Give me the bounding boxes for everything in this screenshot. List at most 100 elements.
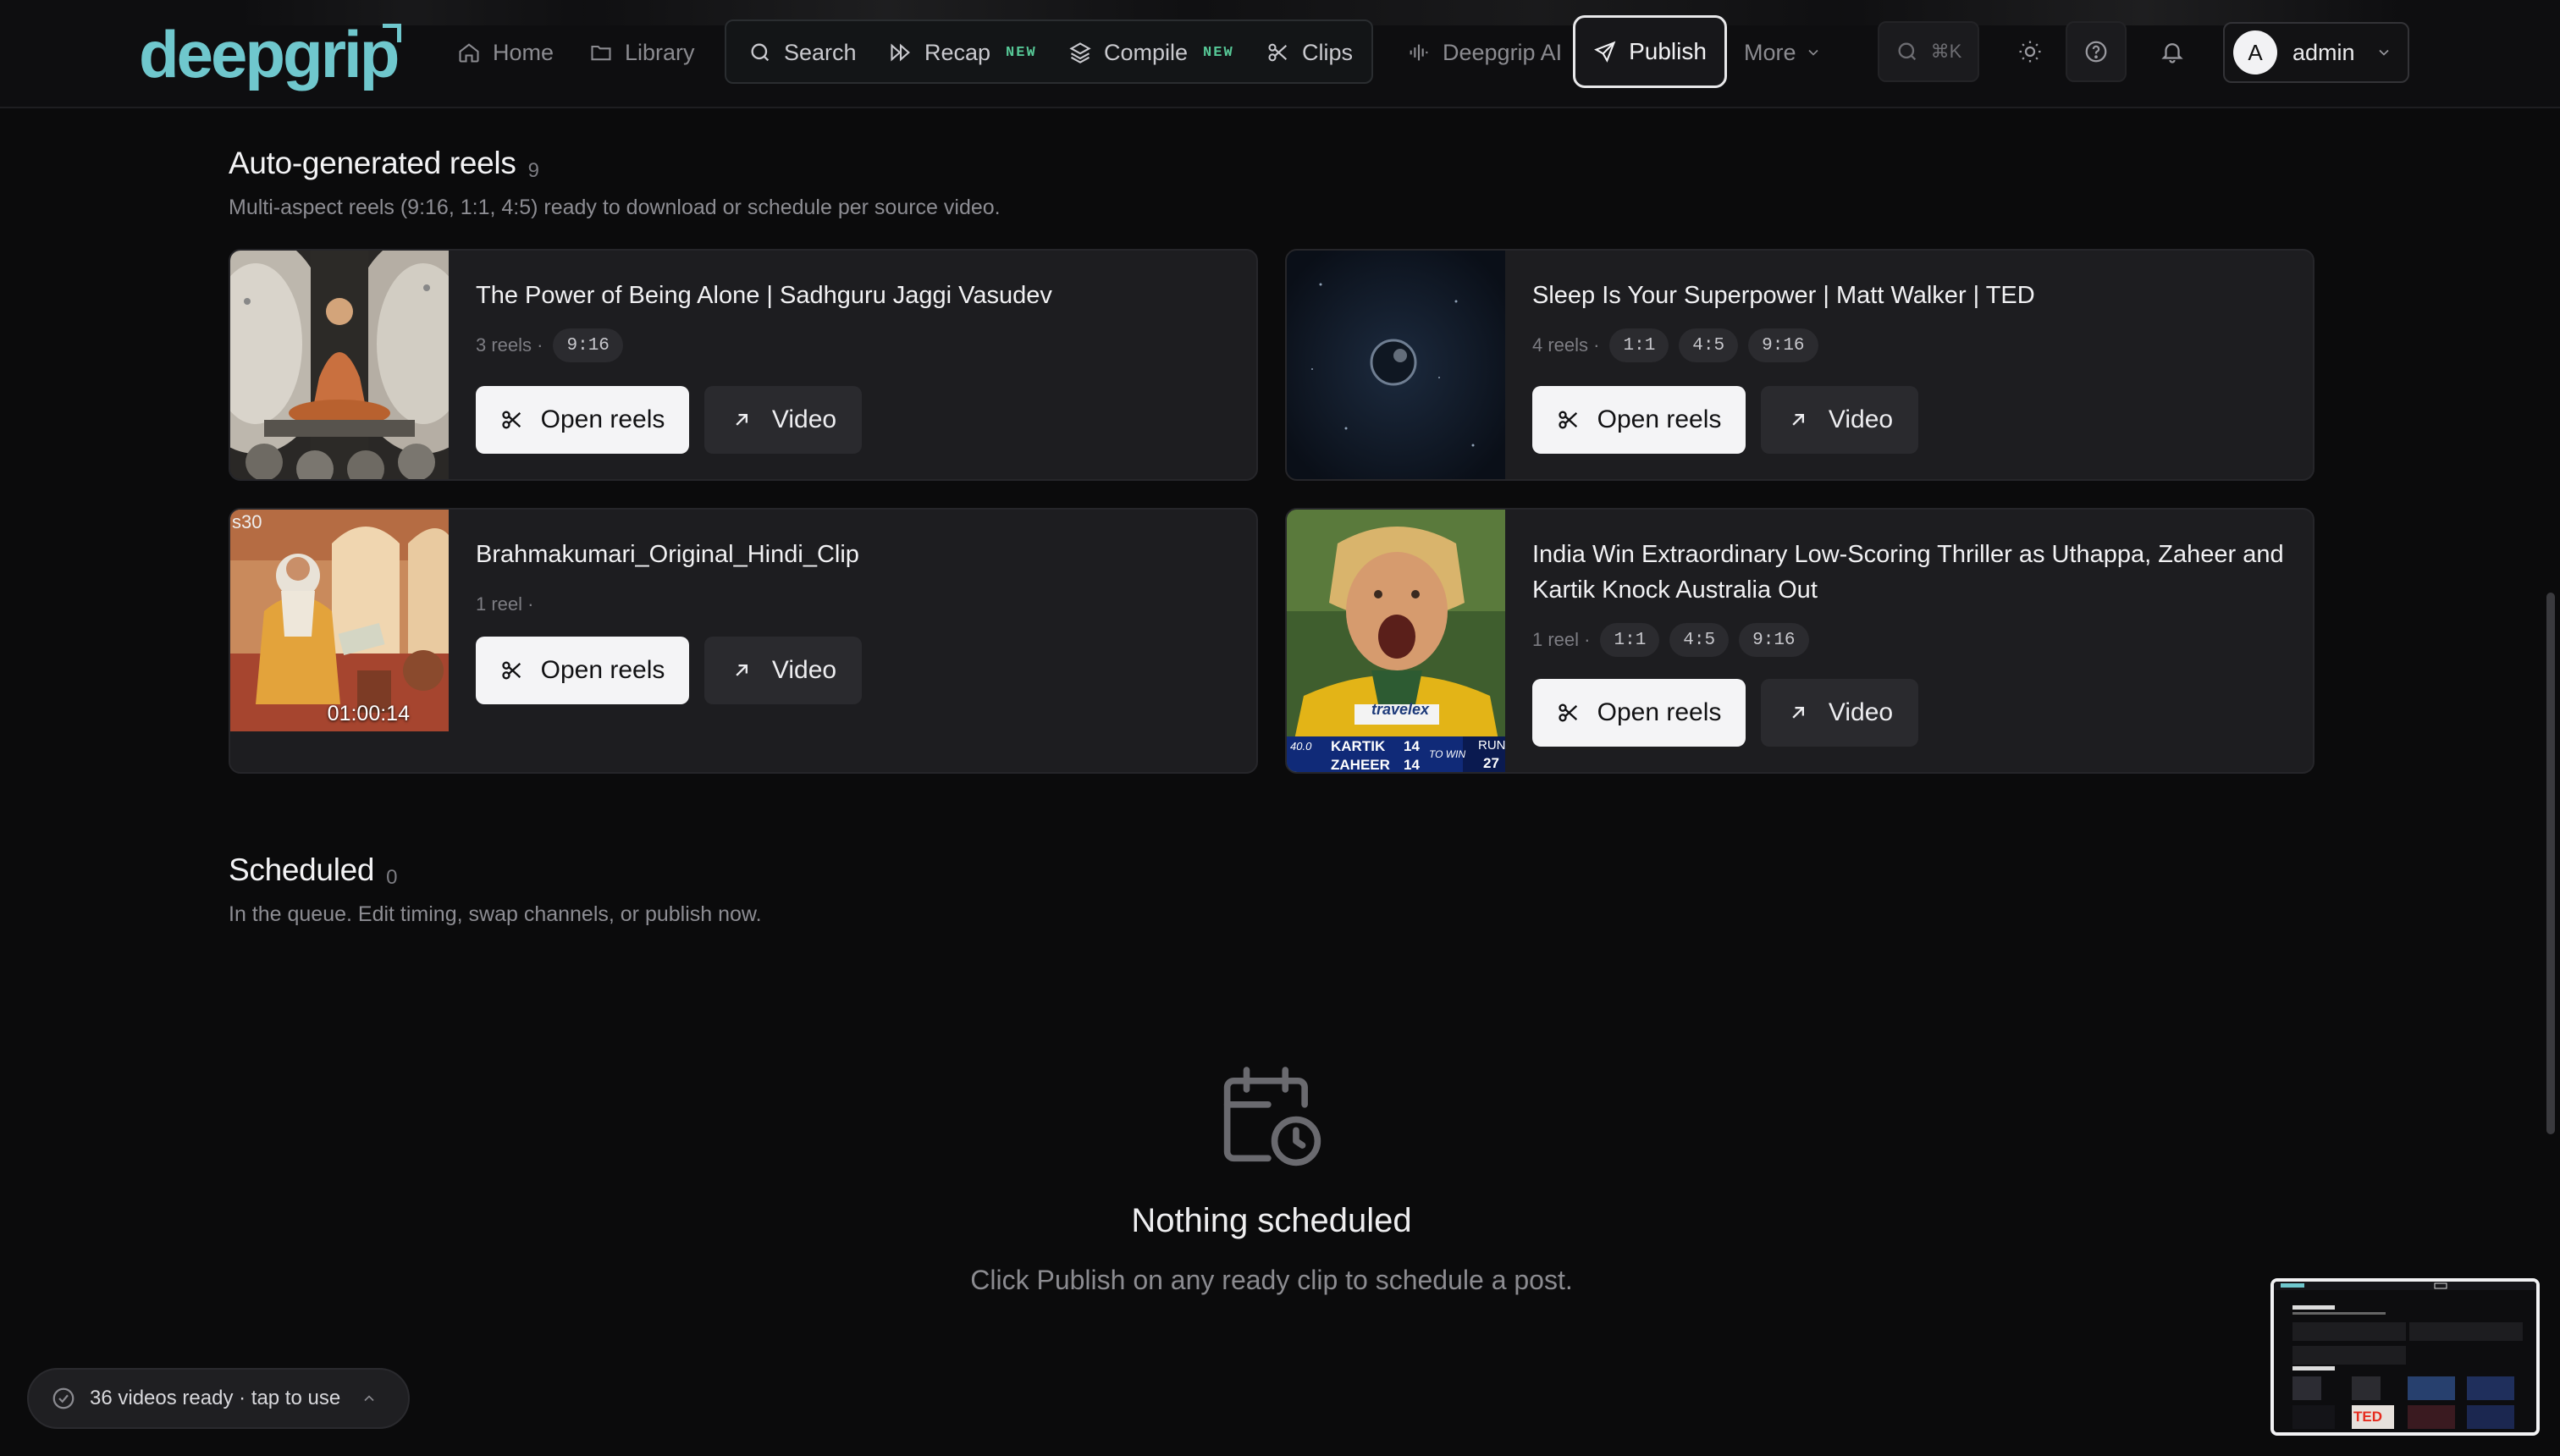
reel-card: The Power of Being Alone | Sadhguru Jagg… <box>229 249 1258 481</box>
thumbnail-over-text: 40.0 <box>1290 740 1312 753</box>
nav-home-label: Home <box>493 39 554 65</box>
logo[interactable]: deepgrip <box>139 19 400 90</box>
reel-count: 1 reel · <box>476 593 534 615</box>
minimap-ted-label: TED <box>2353 1409 2382 1425</box>
video-thumbnail[interactable] <box>230 251 449 479</box>
thumbnail-score-name-2: ZAHEER <box>1331 757 1390 773</box>
video-button[interactable]: Video <box>704 386 862 454</box>
scissors-icon <box>501 661 521 680</box>
compile-new-badge: NEW <box>1203 44 1234 61</box>
video-label: Video <box>1828 698 1894 726</box>
user-menu-button[interactable]: A admin <box>2223 22 2409 83</box>
scheduled-section-subtitle: In the queue. Edit timing, swap channels… <box>229 902 762 926</box>
nav-deepgrip-ai[interactable]: Deepgrip AI <box>1407 25 1562 80</box>
scheduled-count: 0 <box>386 866 398 889</box>
nav-library[interactable]: Library <box>589 25 695 80</box>
command-search-button[interactable]: ⌘K <box>1878 21 1979 82</box>
help-circle-icon <box>2085 41 2107 63</box>
aspect-pill: 1:1 <box>1609 328 1669 362</box>
publish-label: Publish <box>1629 38 1707 64</box>
open-reels-button[interactable]: Open reels <box>476 386 689 454</box>
chevron-down-icon <box>1807 49 1818 56</box>
aspect-pill: 4:5 <box>1679 328 1739 362</box>
video-thumbnail[interactable]: travelex 40.0 KARTIK 14 ZAHEER 14 TO WIN… <box>1287 510 1505 773</box>
aspect-pill: 9:16 <box>1739 623 1809 657</box>
theme-toggle-button[interactable] <box>2000 21 2061 82</box>
open-reels-button[interactable]: Open reels <box>1532 386 1746 454</box>
nav-search[interactable]: Search <box>748 25 857 80</box>
search-icon <box>751 43 770 62</box>
arrow-up-right-icon <box>736 414 748 426</box>
reel-count: 3 reels · <box>476 334 543 356</box>
scheduled-title-text: Scheduled <box>229 852 375 887</box>
videos-ready-toast[interactable]: 36 videos ready · tap to use <box>27 1368 410 1429</box>
aspect-pill: 4:5 <box>1669 623 1730 657</box>
thumbnail-runs-label: RUN <box>1478 738 1505 753</box>
reel-count: 1 reel · <box>1532 629 1591 650</box>
reel-card-title: The Power of Being Alone | Sadhguru Jagg… <box>476 282 1052 309</box>
publish-button[interactable]: Publish <box>1573 15 1727 88</box>
thumbnail-sponsor-text: travelex <box>1371 701 1430 718</box>
reel-meta: 3 reels · 9:16 <box>476 328 623 362</box>
nav-recap[interactable]: Recap NEW <box>889 25 1037 80</box>
open-reels-label: Open reels <box>1597 405 1722 433</box>
audio-wave-icon <box>1410 44 1428 61</box>
open-reels-label: Open reels <box>540 656 665 684</box>
bell-icon <box>2161 43 2183 63</box>
nav-clips-label: Clips <box>1302 39 1354 65</box>
chevron-down-icon <box>2378 49 2389 56</box>
empty-state-title: Nothing scheduled <box>1131 1202 1412 1239</box>
open-reels-label: Open reels <box>1597 698 1722 726</box>
reel-card: Sleep Is Your Superpower | Matt Walker |… <box>1285 249 2314 481</box>
video-button[interactable]: Video <box>1761 679 1918 747</box>
thumbnail-score-value-2: 14 <box>1404 757 1420 773</box>
nav-compile[interactable]: Compile NEW <box>1068 25 1234 80</box>
arrow-up-right-icon <box>736 665 748 676</box>
reel-meta: 1 reel · 1:1 4:5 9:16 <box>1532 623 1809 657</box>
send-icon <box>1594 41 1616 63</box>
scissors-icon <box>501 411 521 429</box>
reel-meta: 1 reel · <box>476 587 533 621</box>
chevron-up-icon <box>364 1395 374 1402</box>
recap-new-badge: NEW <box>1006 44 1037 61</box>
video-button[interactable]: Video <box>1761 386 1918 454</box>
nav-search-label: Search <box>784 39 857 65</box>
thumbnail-score-value-1: 14 <box>1404 738 1420 754</box>
scissors-icon <box>1558 703 1577 722</box>
scissors-icon <box>1558 411 1577 429</box>
layers-icon <box>1069 42 1091 63</box>
nav-library-label: Library <box>625 39 695 65</box>
nav-clips[interactable]: Clips <box>1266 25 1353 80</box>
aspect-pill: 9:16 <box>553 328 623 362</box>
home-icon <box>459 43 479 63</box>
nav-home[interactable]: Home <box>457 25 554 80</box>
nav-compile-label: Compile <box>1104 39 1189 65</box>
nav-ai-label: Deepgrip AI <box>1443 39 1563 65</box>
page-minimap[interactable]: TED <box>2270 1278 2540 1436</box>
nav-more[interactable]: More <box>1744 25 1822 80</box>
search-icon <box>1898 42 1916 61</box>
sun-icon <box>2019 41 2041 63</box>
check-circle-icon <box>52 1387 74 1409</box>
reels-section-subtitle: Multi-aspect reels (9:16, 1:1, 4:5) read… <box>229 196 1001 219</box>
user-name: admin <box>2292 39 2355 65</box>
video-label: Video <box>771 656 837 684</box>
video-thumbnail[interactable] <box>1287 251 1505 479</box>
open-reels-button[interactable]: Open reels <box>476 637 689 704</box>
toast-text: 36 videos ready · tap to use <box>90 1387 341 1409</box>
scheduled-section-title: Scheduled 0 <box>229 852 398 890</box>
reel-card-title: Sleep Is Your Superpower | Matt Walker |… <box>1532 282 2035 309</box>
fast-forward-icon <box>891 43 910 62</box>
scrollbar-thumb[interactable] <box>2546 593 2555 1134</box>
video-button[interactable]: Video <box>704 637 862 704</box>
video-duration: 01:00:14 <box>327 702 410 725</box>
reels-section-title: Auto-generated reels 9 <box>229 146 539 183</box>
video-thumbnail[interactable]: s30 01:00:14 <box>230 510 449 731</box>
notifications-button[interactable] <box>2142 21 2203 82</box>
open-reels-label: Open reels <box>540 405 665 433</box>
shortcut-hint: ⌘K <box>1930 41 1962 62</box>
thumbnail-corner-text: s30 <box>232 511 262 532</box>
help-button[interactable] <box>2066 21 2127 82</box>
video-label: Video <box>771 405 837 433</box>
open-reels-button[interactable]: Open reels <box>1532 679 1746 747</box>
